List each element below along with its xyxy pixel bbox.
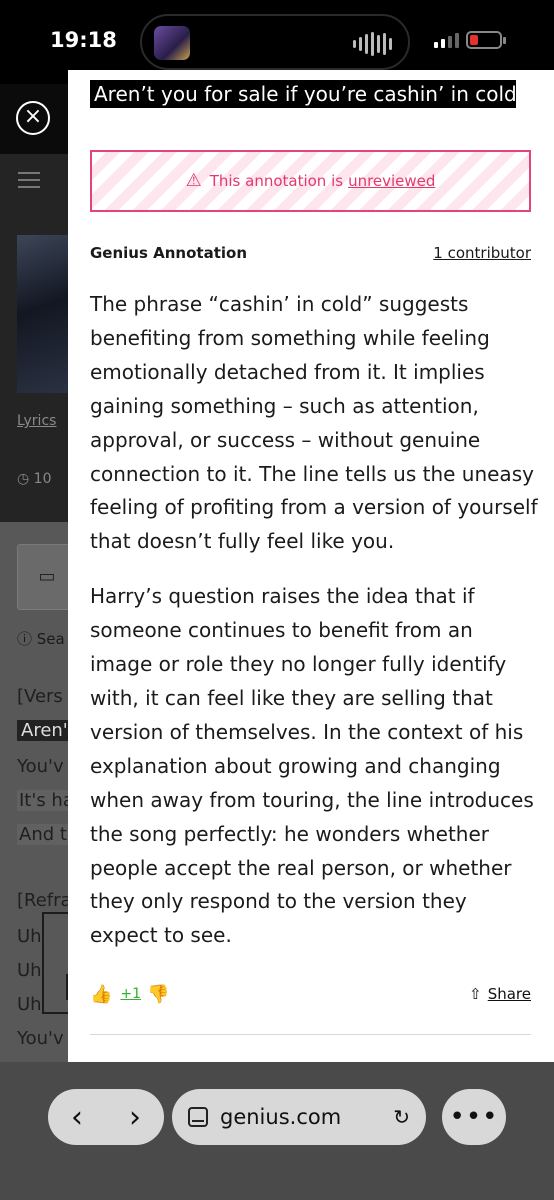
unreviewed-link[interactable]: unreviewed <box>348 172 435 190</box>
lyric-line[interactable]: And t <box>17 824 69 845</box>
lyric-line[interactable]: Uh <box>17 960 42 981</box>
browser-toolbar: ‹ › genius.com ↻ ••• <box>0 1062 554 1200</box>
divider <box>90 1034 531 1035</box>
address-bar[interactable]: genius.com ↻ <box>172 1089 426 1145</box>
thumbs-up-icon[interactable]: 👍 <box>90 984 112 1005</box>
annotation-sheet: Aren’t you for sale if you’re cashin’ in… <box>68 70 554 1062</box>
page-menu-icon[interactable] <box>188 1107 208 1127</box>
hamburger-menu-icon[interactable] <box>18 172 40 188</box>
annotation-body: The phrase “cashin’ in cold” suggests be… <box>90 288 540 974</box>
ellipsis-icon: ••• <box>449 1102 499 1132</box>
dynamic-island[interactable] <box>140 14 410 70</box>
url-text: genius.com <box>220 1105 342 1129</box>
lyric-line[interactable]: You'v <box>17 756 64 777</box>
annotation-paragraph: Harry’s question raises the idea that if… <box>90 584 534 948</box>
lyric-line[interactable]: [Refra <box>17 890 72 911</box>
cellular-signal-icon <box>434 32 459 48</box>
lyric-line[interactable]: You'v <box>17 1028 64 1049</box>
navigation-pill: ‹ › <box>48 1089 164 1145</box>
annotation-meta: Genius Annotation 1 contributor <box>90 244 531 262</box>
audio-waveform-icon <box>353 32 392 56</box>
annotation-actions: 👍 +1 👎 ⇧ Share <box>90 982 531 1006</box>
lyric-line[interactable]: Uh <box>17 926 42 947</box>
banner-text: This annotation is unreviewed <box>210 172 436 190</box>
lyrics-link[interactable]: Lyrics <box>17 413 56 429</box>
share-label: Share <box>487 985 531 1003</box>
lyric-line[interactable]: [Vers <box>17 686 63 707</box>
banner-prefix: This annotation is <box>209 172 344 190</box>
lyric-line[interactable]: Uh <box>17 994 42 1015</box>
status-time: 19:18 <box>50 28 117 52</box>
share-icon: ⇧ <box>469 985 482 1003</box>
reload-icon[interactable]: ↻ <box>393 1105 410 1129</box>
annotation-paragraph: The phrase “cashin’ in cold” suggests be… <box>90 292 538 554</box>
views-value: 10 <box>33 471 52 487</box>
now-playing-artwork <box>154 26 190 60</box>
search-hint: ⓘ Sea <box>17 630 65 648</box>
more-button[interactable]: ••• <box>442 1089 506 1145</box>
annotation-label: Genius Annotation <box>90 244 247 262</box>
unreviewed-banner: ⚠ This annotation is unreviewed <box>90 150 531 212</box>
contributors-link[interactable]: 1 contributor <box>433 244 531 262</box>
annotated-lyric-quote: Aren’t you for sale if you’re cashin’ in… <box>90 80 516 108</box>
search-hint-text: Sea <box>36 630 65 648</box>
thumbs-down-icon[interactable]: 👎 <box>147 984 169 1005</box>
share-button[interactable]: ⇧ Share <box>469 985 531 1003</box>
warning-icon: ⚠ <box>185 170 202 191</box>
battery-icon <box>466 31 506 49</box>
vote-count[interactable]: +1 <box>120 986 141 1002</box>
back-icon[interactable]: ‹ <box>71 1100 83 1135</box>
views-count: ◷ 10 <box>17 471 52 487</box>
close-icon[interactable]: × <box>16 101 50 135</box>
forward-icon[interactable]: › <box>129 1100 141 1135</box>
